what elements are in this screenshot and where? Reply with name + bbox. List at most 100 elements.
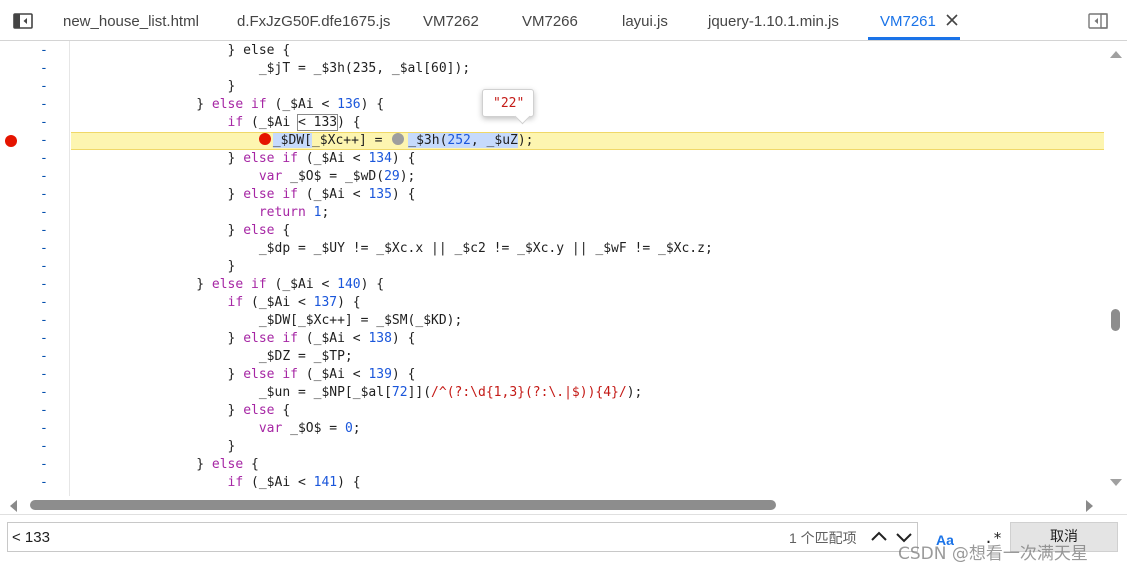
line-number: -: [40, 151, 48, 166]
horizontal-scroll-thumb[interactable]: [30, 500, 776, 510]
gutter-row[interactable]: -: [0, 258, 70, 276]
code-line: if (_$Ai < 133) {: [227, 114, 361, 131]
line-number: -: [40, 169, 48, 184]
gutter-row[interactable]: -: [0, 96, 70, 114]
code-line: _$DZ = _$TP;: [71, 349, 353, 364]
line-number: -: [40, 223, 48, 238]
gutter-row[interactable]: -: [0, 330, 70, 348]
gutter-row[interactable]: -: [0, 402, 70, 420]
line-number: -: [40, 187, 48, 202]
code-line: }: [71, 259, 236, 274]
line-number: -: [40, 133, 48, 148]
scroll-left-icon[interactable]: [10, 500, 17, 512]
gutter-row[interactable]: -: [0, 438, 70, 456]
code-line: return 1;: [258, 205, 330, 220]
line-number: -: [40, 79, 48, 94]
code-line: }: [71, 79, 236, 94]
previous-match-icon[interactable]: [868, 524, 890, 550]
tooltip-value: "22": [493, 96, 525, 111]
code-line: if (_$Ai < 141) {: [227, 475, 361, 490]
search-bar: 1 个匹配项 Aa .* 取消 CSDN @想看一次满天星: [0, 514, 1127, 567]
line-number: -: [40, 205, 48, 220]
paused-code-line: _$DW[_$Xc++] = _$3h(252, _$uZ);: [71, 132, 1104, 150]
tab-layui[interactable]: layui.js: [622, 0, 668, 40]
code-line: } else if (_$Ai < 138) {: [71, 331, 416, 346]
vertical-scrollbar[interactable]: [1105, 41, 1127, 496]
tab-vm7261[interactable]: VM7261: [868, 0, 960, 40]
line-gutter[interactable]: - - - - - - - - - - - - - - - - - - - - - - - - -: [0, 41, 70, 496]
line-number: -: [40, 475, 48, 490]
horizontal-scrollbar[interactable]: [0, 496, 1105, 514]
gutter-row[interactable]: -: [0, 60, 70, 78]
gutter-row[interactable]: -: [0, 456, 70, 474]
line-number: -: [40, 349, 48, 364]
line-number: -: [40, 439, 48, 454]
code-line: } else {: [71, 43, 291, 58]
line-number: -: [40, 241, 48, 256]
line-number: -: [40, 457, 48, 472]
line-number: -: [40, 295, 48, 310]
gutter-row[interactable]: -: [0, 420, 70, 438]
scroll-right-icon[interactable]: [1086, 500, 1093, 512]
tab-jquery[interactable]: jquery-1.10.1.min.js: [708, 0, 839, 40]
gutter-row[interactable]: -: [0, 132, 70, 150]
tab-vm7262[interactable]: VM7262: [423, 0, 479, 40]
vertical-scroll-thumb[interactable]: [1111, 309, 1120, 331]
tab-vm7266[interactable]: VM7266: [522, 0, 578, 40]
tab-d-fxjzg50f[interactable]: d.FxJzG50F.dfe1675.js: [237, 0, 390, 40]
gutter-row[interactable]: -: [0, 366, 70, 384]
gutter-row[interactable]: -: [0, 348, 70, 366]
line-number: -: [40, 367, 48, 382]
code-line: } else if (_$Ai < 134) {: [71, 151, 416, 166]
code-line: var _$O$ = _$wD(29);: [258, 169, 416, 184]
line-number: -: [40, 43, 48, 58]
gutter-row[interactable]: -: [0, 294, 70, 312]
close-tab-icon[interactable]: [945, 13, 959, 27]
gutter-row[interactable]: -: [0, 168, 70, 186]
gutter-row[interactable]: -: [0, 222, 70, 240]
search-box[interactable]: [7, 522, 918, 552]
code-editor[interactable]: - - - - - - - - - - - - - - - - - - - - - - - - - } else { _$jT …: [0, 41, 1127, 496]
gutter-row[interactable]: -: [0, 384, 70, 402]
gutter-row[interactable]: -: [0, 150, 70, 168]
match-count: 1 个匹配项: [789, 530, 857, 546]
code-line: var _$O$ = 0;: [258, 421, 361, 436]
code-line: _$un = _$NP[_$al[72]](/^(?:\d{1,3}(?:\.|…: [71, 385, 643, 400]
code-line: } else if (_$Ai < 136) {: [71, 97, 385, 112]
gutter-row[interactable]: -: [0, 474, 70, 492]
watermark: CSDN @想看一次满天星: [898, 544, 1088, 564]
code-line: } else {: [71, 223, 291, 238]
gutter-row[interactable]: -: [0, 114, 70, 132]
gutter-row[interactable]: -: [0, 78, 70, 96]
inline-breakpoint-inactive-icon[interactable]: [392, 133, 405, 145]
code-line: }: [71, 439, 236, 454]
line-number: -: [40, 421, 48, 436]
gutter-row[interactable]: -: [0, 240, 70, 258]
toggle-navigator-icon[interactable]: [12, 11, 34, 31]
code-line: } else {: [71, 403, 291, 418]
code-line: } else {: [71, 457, 259, 472]
toggle-debugger-icon[interactable]: [1087, 11, 1109, 31]
line-number: -: [40, 331, 48, 346]
line-number: -: [40, 313, 48, 328]
gutter-row[interactable]: -: [0, 42, 70, 60]
code-line: _$jT = _$3h(235, _$al[60]);: [71, 61, 471, 76]
scroll-up-icon[interactable]: [1110, 51, 1122, 58]
file-tab-bar: new_house_list.html d.FxJzG50F.dfe1675.j…: [0, 0, 1127, 41]
inline-breakpoint-icon[interactable]: [258, 133, 271, 145]
line-number: -: [40, 385, 48, 400]
value-tooltip: "22": [482, 89, 534, 117]
scroll-down-icon[interactable]: [1110, 479, 1122, 486]
line-number: -: [40, 259, 48, 274]
gutter-row[interactable]: -: [0, 312, 70, 330]
code-line: _$DW[_$Xc++] = _$SM(_$KD);: [71, 313, 463, 328]
code-line: if (_$Ai < 137) {: [227, 295, 361, 310]
gutter-row[interactable]: -: [0, 186, 70, 204]
line-number: -: [40, 115, 48, 130]
tab-new-house-list[interactable]: new_house_list.html: [63, 0, 199, 40]
breakpoint-icon[interactable]: [5, 135, 17, 147]
gutter-row[interactable]: -: [0, 276, 70, 294]
search-input[interactable]: [12, 526, 712, 548]
gutter-row[interactable]: -: [0, 204, 70, 222]
line-number: -: [40, 277, 48, 292]
